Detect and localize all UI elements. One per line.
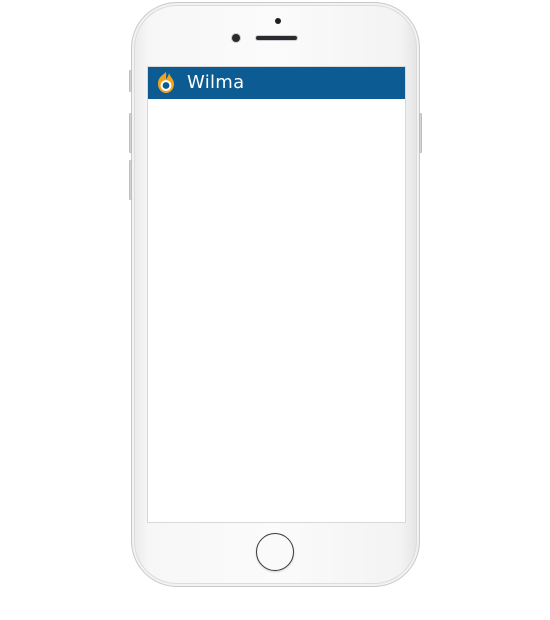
power-button — [419, 113, 422, 153]
front-camera-icon — [232, 34, 240, 42]
app-header: Wilma — [148, 67, 405, 99]
volume-up-button — [129, 113, 132, 153]
app-title: Wilma — [187, 72, 245, 93]
app-content-area[interactable] — [148, 99, 405, 522]
volume-down-button — [129, 160, 132, 200]
mute-switch — [129, 70, 132, 92]
phone-screen: Wilma — [147, 66, 406, 523]
earpiece-speaker — [256, 36, 297, 40]
home-button[interactable] — [256, 533, 294, 571]
wilma-logo-icon[interactable] — [154, 71, 178, 95]
proximity-sensor — [275, 18, 281, 24]
